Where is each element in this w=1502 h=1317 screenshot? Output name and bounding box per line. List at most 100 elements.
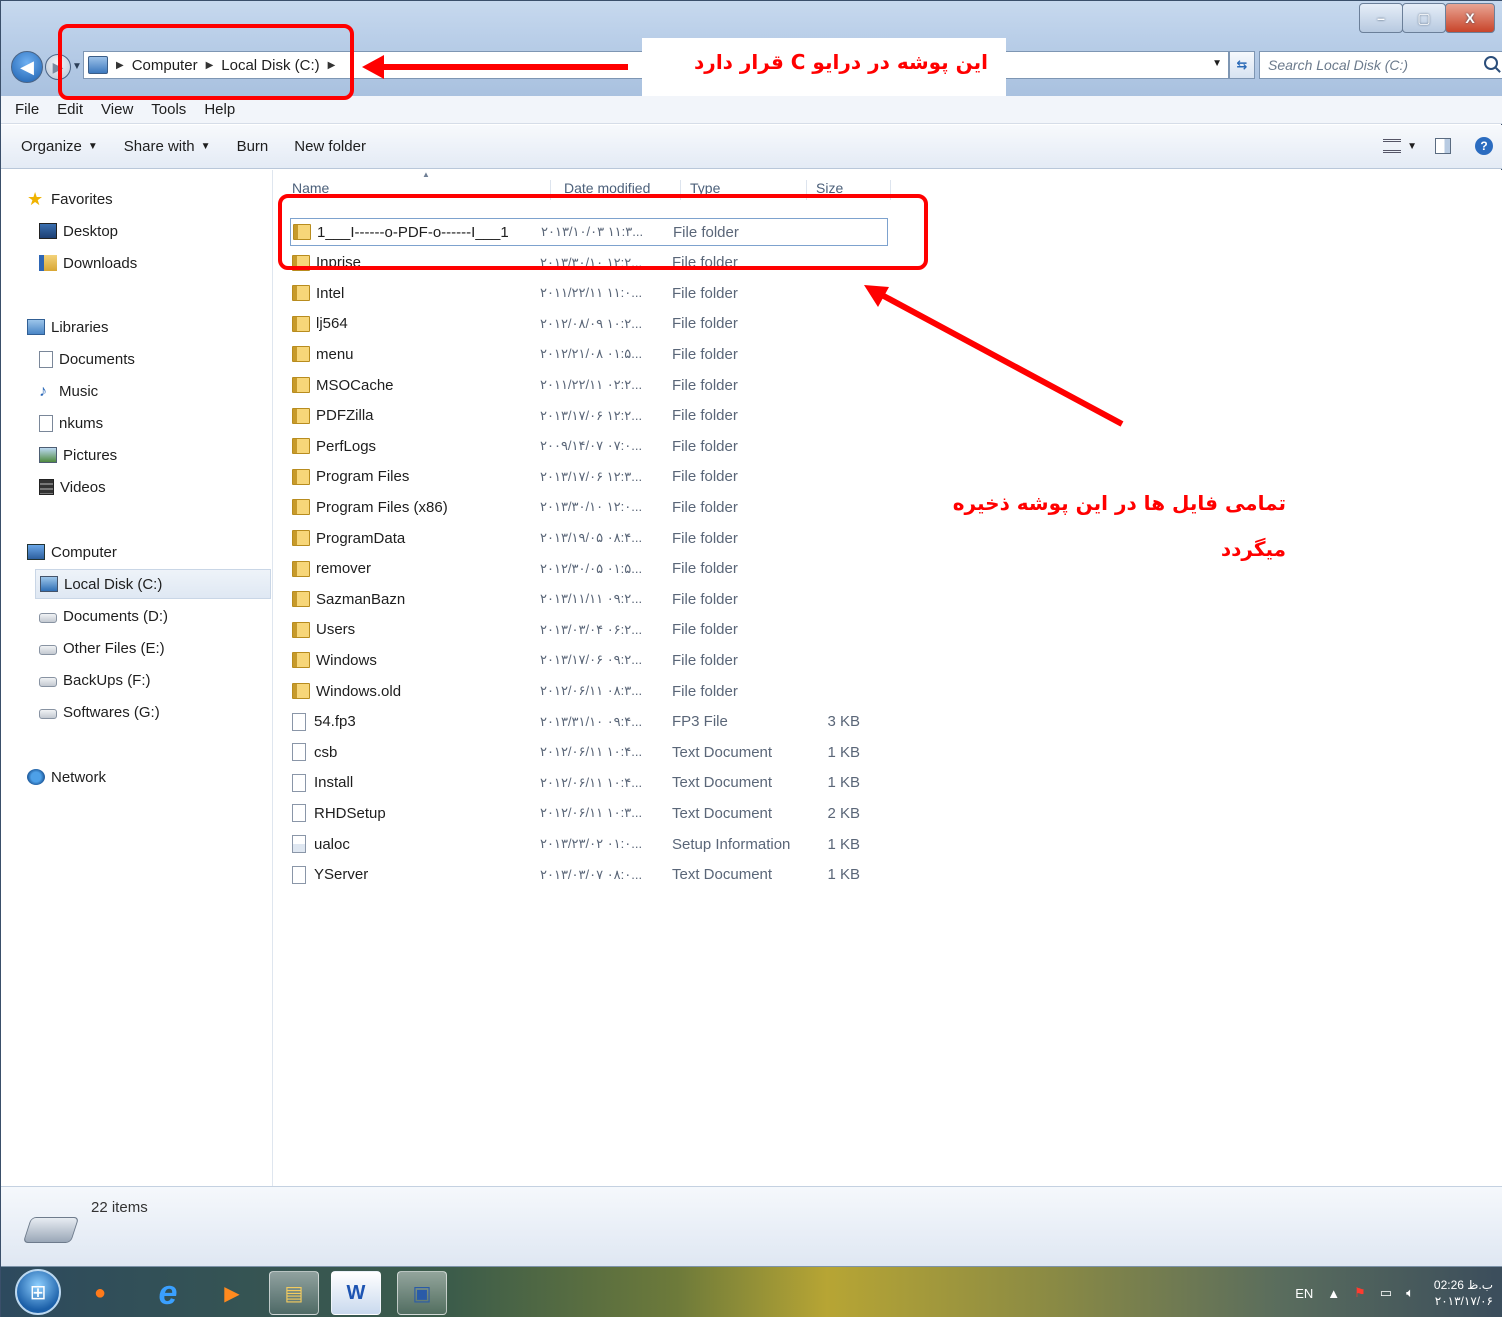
help-icon[interactable]: ? (1475, 137, 1493, 155)
nav-drive-g[interactable]: Softwares (G:) (39, 697, 269, 727)
file-row[interactable]: Users ۲۰۱۳/۰۳/۰۴ ۰۶:۲... File folder (290, 616, 888, 644)
show-hidden-icons-icon[interactable]: ▲ (1327, 1286, 1340, 1301)
file-row[interactable]: PerfLogs ۲۰۰۹/۱۴/۰۷ ۰۷:۰... File folder (290, 432, 888, 460)
nav-drive-f[interactable]: BackUps (F:) (39, 665, 269, 695)
organize-button[interactable]: Organize ▼ (21, 138, 98, 155)
nav-pictures[interactable]: Pictures (39, 440, 269, 470)
file-name-cell: menu (290, 346, 540, 363)
menu-view[interactable]: View (101, 101, 133, 118)
file-name: Windows.old (316, 682, 402, 700)
share-with-button[interactable]: Share with ▼ (124, 138, 211, 155)
file-row[interactable]: lj564 ۲۰۱۲/۰۸/۰۹ ۱۰:۲... File folder (290, 310, 888, 338)
action-center-flag-icon[interactable]: ⚑ (1354, 1285, 1366, 1301)
file-row[interactable]: 54.fp3 ۲۰۱۳/۳۱/۱۰ ۰۹:۴... FP3 File 3 KB (290, 708, 888, 736)
burn-button[interactable]: Burn (237, 138, 269, 155)
file-row[interactable]: Windows.old ۲۰۱۲/۰۶/۱۱ ۰۸:۳... File folder (290, 677, 888, 705)
nav-music[interactable]: ♪ Music (39, 376, 269, 406)
new-folder-button[interactable]: New folder (294, 138, 366, 155)
file-type: Text Document (672, 804, 773, 822)
file-row[interactable]: csb ۲۰۱۲/۰۶/۱۱ ۱۰:۴... Text Document 1 KB (290, 738, 888, 766)
language-indicator[interactable]: EN (1295, 1286, 1313, 1301)
file-name-cell: SazmanBazn (290, 591, 540, 608)
file-row[interactable]: ProgramData ۲۰۱۳/۱۹/۰۵ ۰۸:۴... File folder (290, 524, 888, 552)
drive-icon (39, 613, 57, 623)
minimize-button[interactable]: – (1359, 3, 1403, 33)
file-type: File folder (672, 407, 738, 425)
file-date: ۲۰۱۳/۰۳/۰۷ ۰۸:۰... (540, 866, 643, 882)
file-type: File folder (672, 498, 738, 516)
file-name: menu (316, 345, 354, 363)
internet-explorer-icon[interactable]: e (143, 1271, 193, 1315)
file-name: ProgramData (316, 529, 406, 547)
clock[interactable]: 02:26 ب.ظ ۲۰۱۳/۱۷/۰۶ (1434, 1277, 1493, 1309)
folder-icon (292, 499, 310, 516)
nav-favorites[interactable]: ★ Favorites (27, 184, 267, 214)
firefox-icon[interactable]: ● (75, 1271, 125, 1315)
remote-app-icon[interactable]: ▣ (397, 1271, 447, 1315)
volume-icon[interactable]: 🔈︎ (1406, 1285, 1414, 1301)
media-player-icon[interactable]: ▶ (207, 1271, 257, 1315)
file-row[interactable]: Install ۲۰۱۲/۰۶/۱۱ ۱۰:۴... Text Document 1 … (290, 769, 888, 797)
pictures-icon (39, 447, 57, 463)
file-name: 54.fp3 (314, 713, 356, 731)
file-row[interactable]: MSOCache ۲۰۱۱/۲۲/۱۱ ۰۲:۲... File folder (290, 371, 888, 399)
drive-icon (39, 709, 57, 719)
nav-libraries[interactable]: Libraries (27, 312, 267, 342)
taskbar: ⊞ ● e ▶ ▤ W ▣ EN ▲ ⚑ ▭ 🔈︎ 02:26 ب.ظ ۲۰۱۳… (1, 1266, 1502, 1317)
file-type: File folder (672, 315, 738, 333)
file-size: 3 KB (827, 713, 860, 731)
file-row[interactable]: Program Files (x86) ۲۰۱۳/۳۰/۱۰ ۱۲:۰... Fil… (290, 493, 888, 521)
folder-icon (292, 315, 310, 332)
file-size: 1 KB (827, 835, 860, 853)
navigation-pane: ★ Favorites Desktop Downloads Libraries … (1, 170, 273, 1186)
close-button[interactable]: X (1445, 3, 1495, 33)
nav-documents[interactable]: Documents (39, 344, 269, 374)
maximize-button[interactable]: ▢ (1402, 3, 1446, 33)
word-icon[interactable]: W (331, 1271, 381, 1315)
menu-file[interactable]: File (15, 101, 39, 118)
file-row[interactable]: menu ۲۰۱۲/۲۱/۰۸ ۰۱:۵... File folder (290, 340, 888, 368)
file-date: ۲۰۱۱/۲۲/۱۱ ۰۲:۲... (540, 377, 643, 392)
nav-desktop[interactable]: Desktop (39, 216, 269, 246)
file-row[interactable]: ualoc ۲۰۱۳/۲۳/۰۲ ۰۱:۰... Setup Information… (290, 830, 888, 858)
nav-downloads[interactable]: Downloads (39, 248, 269, 278)
file-row[interactable]: Windows ۲۰۱۳/۱۷/۰۶ ۰۹:۲... File folder (290, 646, 888, 674)
nav-drive-e[interactable]: Other Files (E:) (39, 633, 269, 663)
menu-tools[interactable]: Tools (151, 101, 186, 118)
nav-local-disk-c[interactable]: Local Disk (C:) (35, 569, 271, 599)
nav-drive-e-label: Other Files (E:) (63, 639, 165, 657)
file-row[interactable]: remover ۲۰۱۲/۳۰/۰۵ ۰۱:۵... File folder (290, 555, 888, 583)
menu-help[interactable]: Help (204, 101, 235, 118)
network-tray-icon[interactable]: ▭ (1380, 1285, 1392, 1301)
nav-nkums[interactable]: nkums (39, 408, 269, 438)
nav-videos[interactable]: Videos (39, 472, 269, 502)
back-button[interactable]: ◀ (11, 51, 43, 83)
chevron-down-icon[interactable]: ▼ (1407, 141, 1417, 152)
address-dropdown-icon[interactable]: ▼ (1212, 58, 1222, 69)
menu-edit[interactable]: Edit (57, 101, 83, 118)
system-tray: EN ▲ ⚑ ▭ 🔈︎ 02:26 ب.ظ ۲۰۱۳/۱۷/۰۶ (1281, 1275, 1493, 1311)
change-view-icon[interactable] (1383, 139, 1402, 153)
folder-icon (292, 285, 310, 302)
annotation-box-address (58, 24, 354, 100)
refresh-button[interactable]: ⇆ (1229, 51, 1255, 79)
file-row[interactable]: PDFZilla ۲۰۱۳/۱۷/۰۶ ۱۲:۲... File folder (290, 402, 888, 430)
file-name-cell: Program Files (290, 468, 540, 485)
search-icon[interactable] (1484, 56, 1498, 70)
folder-icon (292, 438, 310, 455)
file-row[interactable]: SazmanBazn ۲۰۱۳/۱۱/۱۱ ۰۹:۲... File folder (290, 585, 888, 613)
search-input[interactable]: Search Local Disk (C:) (1259, 51, 1502, 79)
file-row[interactable]: YServer ۲۰۱۳/۰۳/۰۷ ۰۸:۰... Text Document 1 … (290, 861, 888, 889)
burn-label: Burn (236, 138, 269, 155)
file-row[interactable]: Program Files ۲۰۱۳/۱۷/۰۶ ۱۲:۳... File fold… (290, 463, 888, 491)
start-button[interactable]: ⊞ (15, 1269, 61, 1315)
nav-pictures-label: Pictures (63, 446, 118, 464)
file-row[interactable]: Intel ۲۰۱۱/۲۲/۱۱ ۱۱:۰... File folder (290, 279, 888, 307)
nav-drive-d[interactable]: Documents (D:) (39, 601, 269, 631)
nav-network[interactable]: Network (27, 762, 267, 792)
explorer-taskbar-icon[interactable]: ▤ (269, 1271, 319, 1315)
preview-pane-icon[interactable] (1435, 138, 1451, 154)
file-row[interactable]: RHDSetup ۲۰۱۲/۰۶/۱۱ ۱۰:۳... Text Document 2… (290, 799, 888, 827)
file-name: Intel (316, 284, 345, 302)
nav-computer[interactable]: Computer (27, 537, 267, 567)
